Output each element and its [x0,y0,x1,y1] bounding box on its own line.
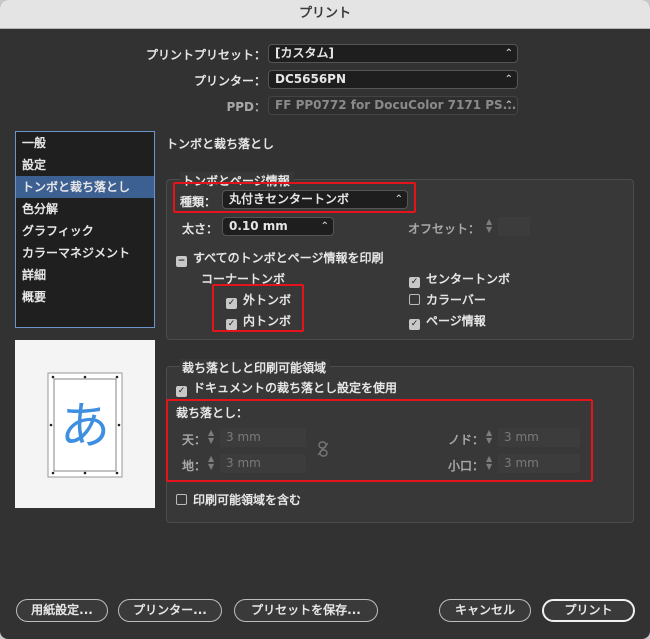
printer-label: プリンター： [193,74,266,88]
bleed-label: 裁ち落とし： [176,406,249,420]
inside-bleed-spinner: ▲ ▼ 3 mm [486,428,580,447]
preset-select[interactable]: [カスタム] ⌃ [268,44,518,63]
color-bar-checkbox[interactable]: カラーバー [409,291,486,308]
ppd-value: FF PP0772 for DocuColor 7171 PS... [275,98,517,112]
all-marks-checkbox[interactable]: − すべてのトンボとページ情報を印刷 [176,249,383,267]
stepper-icon: ▲ ▼ [208,428,215,445]
sidebar-item-output[interactable]: 色分解 [16,198,154,220]
category-list[interactable]: 一般 設定 トンボと裁ち落とし 色分解 グラフィック カラーマネジメント 詳細 … [15,131,155,328]
sidebar-item-graphics[interactable]: グラフィック [16,220,154,242]
offset-label: オフセット： [408,222,481,236]
cancel-button[interactable]: キャンセル [439,599,531,622]
weight-label: 太さ： [182,222,219,236]
checkmark-icon: ✓ [176,386,187,397]
printer-value: DC5656PN [275,72,347,86]
sidebar-item-summary[interactable]: 概要 [16,286,154,308]
inside-bleed-field: 3 mm [498,428,580,447]
chevron-down-icon: ⌃ [504,100,513,111]
outside-bleed-label: 小口： [447,459,484,473]
preset-value: [カスタム] [275,46,334,60]
preview-glyph: あ [60,397,110,455]
empty-checkbox-icon [409,294,420,305]
sidebar-item-general[interactable]: 一般 [16,132,154,154]
save-preset-button[interactable]: プリセットを保存... [234,599,378,622]
stepper-icon: ▲ ▼ [486,428,493,445]
mixed-checkbox-icon: − [176,256,187,267]
top-bleed-field: 3 mm [220,428,306,447]
stepper-icon: ▲ ▼ [486,217,493,234]
preset-label: プリントプリセット： [145,48,266,62]
empty-checkbox-icon [176,494,187,505]
center-marks-label: センタートンボ [426,272,511,286]
outside-bleed-spinner: ▲ ▼ 3 mm [486,454,580,473]
inside-bleed-label: ノド： [447,433,484,447]
outside-bleed-field: 3 mm [498,454,580,473]
checkmark-icon: ✓ [409,319,420,330]
stepper-icon: ▲ ▼ [486,454,493,471]
ppd-select: FF PP0772 for DocuColor 7171 PS... ⌃ [268,96,518,115]
page-info-checkbox[interactable]: ✓ ページ情報 [409,312,486,330]
sidebar-item-advanced[interactable]: 詳細 [16,264,154,286]
chevron-down-icon: ⌃ [320,221,329,232]
bottom-bleed-field: 3 mm [220,454,306,473]
sidebar-item-color-management[interactable]: カラーマネジメント [16,242,154,264]
window-title: プリント [0,0,650,29]
weight-select[interactable]: 0.10 mm ⌃ [222,217,334,236]
highlight-corner-marks [212,284,304,332]
highlight-type [173,182,416,213]
include-slug-label: 印刷可能領域を含む [193,493,302,507]
sidebar-item-marks-bleed[interactable]: トンボと裁ち落とし [16,176,154,198]
bottom-bleed-label: 地： [181,459,206,473]
offset-spinner: ▲ ▼ [486,217,531,236]
ppd-label: PPD： [226,100,266,114]
chevron-down-icon: ⌃ [504,74,513,85]
print-dialog: プリント プリントプリセット： [カスタム] ⌃ プリンター： DC5656PN… [0,0,650,639]
page-preview: あ [15,340,155,508]
checkmark-icon: ✓ [409,277,420,288]
all-marks-label: すべてのトンボとページ情報を印刷 [193,251,384,265]
printer-select[interactable]: DC5656PN ⌃ [268,70,518,89]
page-info-label: ページ情報 [426,314,486,328]
top-bleed-label: 天： [181,433,206,447]
chain-link-icon [317,441,329,460]
page-thumbnail-icon: あ [47,372,123,478]
stepper-icon: ▲ ▼ [208,454,215,471]
center-marks-checkbox[interactable]: ✓ センタートンボ [409,270,510,288]
use-doc-bleed-checkbox[interactable]: ✓ ドキュメントの裁ち落とし設定を使用 [176,379,397,397]
bleed-group-title: 裁ち落としと印刷可能領域 [180,359,331,376]
include-slug-checkbox[interactable]: 印刷可能領域を含む [176,491,301,508]
offset-field [498,217,530,236]
bottom-bleed-spinner: ▲ ▼ 3 mm [208,454,306,473]
sidebar-item-setup[interactable]: 設定 [16,154,154,176]
printer-button[interactable]: プリンター... [118,599,222,622]
use-doc-bleed-label: ドキュメントの裁ち落とし設定を使用 [193,381,398,395]
top-bleed-spinner: ▲ ▼ 3 mm [208,428,306,447]
weight-value: 0.10 mm [229,219,288,233]
panel-title: トンボと裁ち落とし [166,137,275,151]
page-setup-button[interactable]: 用紙設定... [16,599,108,622]
chevron-down-icon: ⌃ [504,48,513,59]
color-bar-label: カラーバー [426,293,486,307]
print-button[interactable]: プリント [542,599,635,622]
